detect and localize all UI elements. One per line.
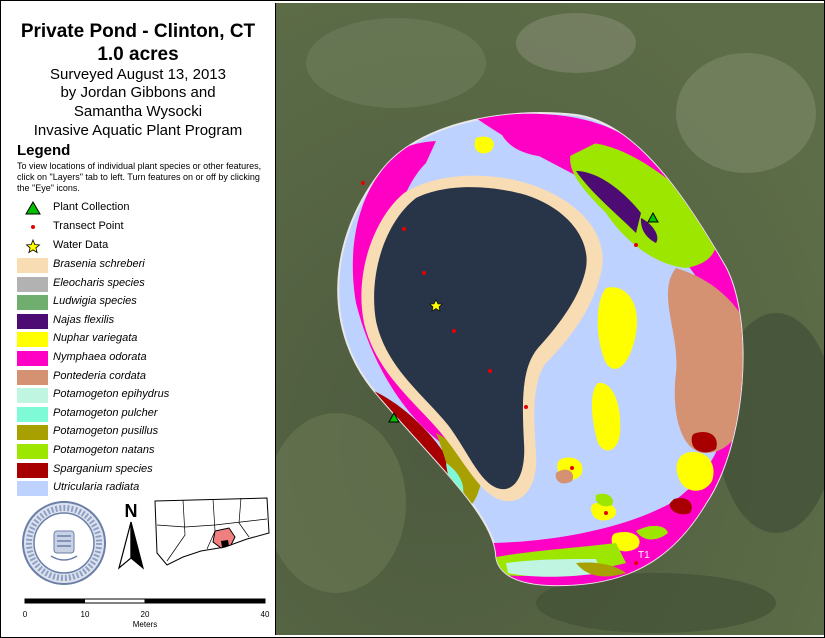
legend-label: Transect Point <box>53 220 124 232</box>
legend-swatch <box>17 462 48 478</box>
legend-item-species: Brasenia schreberi <box>17 257 267 274</box>
transect-point <box>570 466 574 470</box>
legend-title: Legend <box>17 142 71 159</box>
program-name: Invasive Aquatic Plant Program <box>33 122 243 139</box>
transect-point <box>604 511 608 515</box>
transect-point <box>488 369 492 373</box>
transect-point <box>402 227 406 231</box>
legend-label: Nymphaea odorata <box>53 351 147 363</box>
scale-tick: 20 <box>141 610 150 619</box>
state-locator-map <box>154 497 270 566</box>
legend-label: Ludwigia species <box>53 295 137 308</box>
legend-label: Water Data <box>53 239 109 251</box>
north-label: N <box>125 501 138 521</box>
legend-item-species: Eleocharis species <box>17 276 267 293</box>
legend-item-species: Potamogeton pulcher <box>17 406 267 423</box>
red-dot-icon <box>31 225 35 229</box>
legend-item-species: Potamogeton natans <box>17 443 267 460</box>
legend-swatch <box>17 444 48 459</box>
legend-swatch <box>17 295 48 311</box>
agency-seal-icon <box>22 501 106 585</box>
pond-vegetation-map: T1 <box>276 3 824 635</box>
legend-item-species: Nymphaea odorata <box>17 350 267 367</box>
legend-label: Brasenia schreberi <box>53 258 145 270</box>
transect-point <box>634 561 638 565</box>
scale-unit: Meters <box>133 620 157 629</box>
legend-label: Nuphar variegata <box>53 332 138 345</box>
legend-label: Utricularia radiata <box>53 481 140 494</box>
legend-swatch <box>17 351 48 366</box>
legend-swatch <box>17 258 48 273</box>
legend-label: Potamogeton natans <box>53 444 155 456</box>
north-arrow-icon: N <box>117 501 145 570</box>
scale-tick: 0 <box>23 610 28 619</box>
legend-item-transect-point: Transect Point <box>17 219 267 236</box>
yellow-star-icon <box>25 238 41 254</box>
legend-swatch <box>17 406 48 422</box>
pond-area: 1.0 acres <box>97 44 179 65</box>
map-frame: Private Pond - Clinton, CT 1.0 acres Sur… <box>0 0 825 638</box>
aerial-map[interactable]: T1 <box>275 3 824 635</box>
legend-item-plant-collection: Plant Collection <box>17 200 267 217</box>
scale-tick: 10 <box>81 610 90 619</box>
legend-swatch <box>17 313 48 329</box>
legend-label: Sparganium species <box>53 462 153 475</box>
legend-label: Potamogeton epihydrus <box>53 388 170 401</box>
legend-item-species: Potamogeton epihydrus <box>17 387 267 404</box>
transect-label: T1 <box>638 550 650 561</box>
legend-item-water-data: Water Data <box>17 238 267 255</box>
surveyors-line1: by Jordan Gibbons and <box>60 84 216 101</box>
surveyors-line2: Samantha Wysocki <box>73 103 203 120</box>
legend-swatch <box>17 369 48 385</box>
transect-point <box>361 181 365 185</box>
transect-point <box>452 329 456 333</box>
legend-label: Eleocharis species <box>53 276 145 289</box>
legend-label: Potamogeton pulcher <box>53 406 158 419</box>
legend-swatch <box>17 332 48 348</box>
scale-bar: 0 10 20 40 Meters <box>23 598 270 629</box>
legend-note: To view locations of individual plant sp… <box>17 161 262 193</box>
transect-point <box>422 271 426 275</box>
legend-label: Plant Collection <box>53 201 130 213</box>
map-title: Private Pond - Clinton, CT <box>20 21 256 42</box>
legend-item-species: Sparganium species <box>17 462 267 479</box>
legend-swatch <box>17 425 48 441</box>
info-panel: Private Pond - Clinton, CT 1.0 acres Sur… <box>3 3 273 635</box>
legend-swatch <box>17 481 48 497</box>
legend-item-species: Nuphar variegata <box>17 331 267 348</box>
scale-tick: 40 <box>261 610 270 619</box>
survey-date: Surveyed August 13, 2013 <box>50 66 226 83</box>
legend-item-species: Pontederia cordata <box>17 369 267 386</box>
legend-label: Pontederia cordata <box>53 369 146 382</box>
transect-point <box>524 405 528 409</box>
legend-swatch <box>17 276 48 292</box>
legend-swatch <box>17 388 48 404</box>
green-triangle-icon <box>25 201 41 215</box>
legend-item-species: Potamogeton pusillus <box>17 424 267 441</box>
legend-item-species: Najas flexilis <box>17 313 267 330</box>
legend-item-species: Ludwigia species <box>17 294 267 311</box>
legend-label: Najas flexilis <box>53 313 115 326</box>
transect-point <box>634 243 638 247</box>
legend-label: Potamogeton pusillus <box>53 425 159 438</box>
